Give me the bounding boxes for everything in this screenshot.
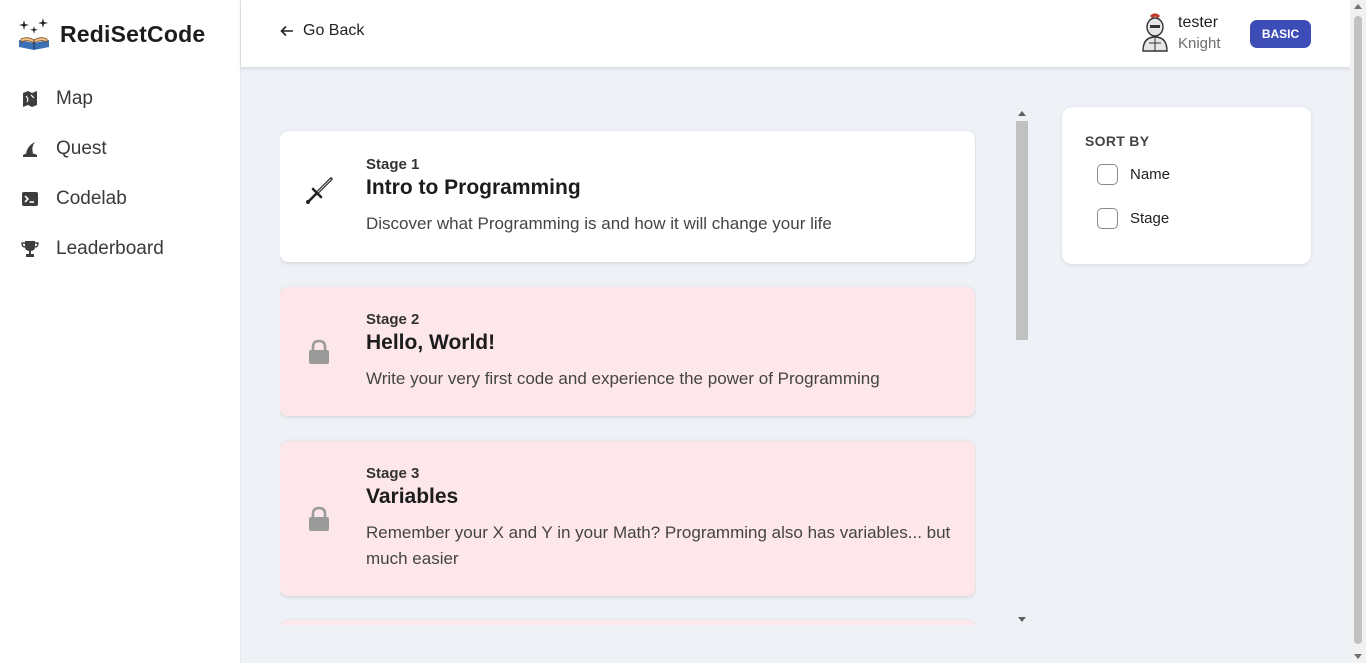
sort-stage-checkbox[interactable] — [1097, 208, 1118, 229]
stage-title: Hello, World! — [366, 331, 496, 354]
user-name: tester — [1178, 14, 1219, 31]
arrow-left-icon — [280, 25, 293, 37]
sort-option-label: Name — [1130, 166, 1171, 183]
scrollbar-thumb[interactable] — [1016, 121, 1028, 340]
sidebar-item-label: Codelab — [56, 188, 127, 209]
stage-card-1[interactable]: Stage 1 Intro to Programming Discover wh… — [280, 131, 975, 262]
sort-title: SORT BY — [1085, 133, 1150, 149]
stage-number: Stage 1 — [366, 156, 420, 173]
map-icon — [23, 91, 37, 107]
page-scrollbar[interactable] — [1350, 0, 1366, 663]
lock-icon — [309, 339, 329, 364]
sidebar-item-leaderboard[interactable]: Leaderboard — [0, 224, 240, 274]
stage-description: Remember your X and Y in your Math? Prog… — [366, 523, 951, 568]
stage-title: Variables — [366, 485, 459, 508]
book-sparkle-icon — [19, 18, 49, 50]
sort-option-label: Stage — [1130, 210, 1170, 227]
user-info: tester Knight — [1178, 12, 1221, 54]
sidebar-item-label: Map — [56, 88, 93, 109]
scroll-down-icon[interactable] — [1018, 617, 1026, 622]
stage-list: Stage 1 Intro to Programming Discover wh… — [280, 109, 976, 625]
wizard-hat-icon — [23, 142, 37, 157]
trophy-icon — [21, 241, 39, 257]
go-back-button[interactable]: Go Back — [280, 22, 364, 40]
plan-badge[interactable]: BASIC — [1250, 20, 1311, 48]
sidebar-item-label: Quest — [56, 138, 107, 159]
stage-text: Stage 3 Variables Remember your X and Y … — [366, 465, 951, 572]
sort-panel: SORT BY Name Stage — [1062, 107, 1311, 264]
stage-card-3[interactable]: Stage 3 Variables Remember your X and Y … — [280, 441, 975, 596]
user-rank: Knight — [1178, 34, 1221, 52]
scroll-up-icon[interactable] — [1018, 111, 1026, 116]
app-logo[interactable]: RediSetCode — [16, 16, 205, 52]
sidebar-item-quest[interactable]: Quest — [0, 124, 240, 174]
scroll-down-icon[interactable] — [1354, 654, 1362, 659]
stage-title: Intro to Programming — [366, 176, 581, 199]
stage-text: Stage 1 Intro to Programming Discover wh… — [366, 156, 951, 237]
sort-option-stage[interactable]: Stage — [1097, 208, 1169, 229]
knight-avatar-icon — [1142, 13, 1168, 52]
stage-list-scrollbar[interactable] — [1015, 109, 1029, 625]
sidebar-nav: Map Quest Codelab Leaderboard — [0, 74, 240, 274]
scroll-up-icon[interactable] — [1354, 4, 1362, 9]
stage-number: Stage 3 — [366, 465, 420, 482]
go-back-label: Go Back — [303, 22, 365, 39]
user-profile[interactable]: tester Knight — [1138, 12, 1221, 54]
stage-card-2[interactable]: Stage 2 Hello, World! Write your very fi… — [280, 287, 975, 416]
sword-icon — [306, 177, 333, 204]
scrollbar-thumb[interactable] — [1354, 16, 1362, 644]
stage-number: Stage 2 — [366, 311, 420, 328]
terminal-icon — [22, 192, 38, 206]
sidebar-item-map[interactable]: Map — [0, 74, 240, 124]
sidebar-item-codelab[interactable]: Codelab — [0, 174, 240, 224]
lock-icon — [309, 506, 329, 531]
sidebar-item-label: Leaderboard — [56, 238, 164, 259]
app-name: RediSetCode — [60, 20, 206, 47]
stage-description: Discover what Programming is and how it … — [366, 214, 832, 233]
sidebar: RediSetCode Map Quest Codelab Leaderboar… — [0, 0, 241, 663]
stage-text: Stage 2 Hello, World! Write your very fi… — [366, 311, 951, 392]
stage-description: Write your very first code and experienc… — [366, 369, 880, 388]
stage-card-next[interactable] — [280, 620, 975, 625]
sort-name-checkbox[interactable] — [1097, 164, 1118, 185]
top-bar: Go Back tester Knight BASIC — [241, 0, 1350, 67]
sort-option-name[interactable]: Name — [1097, 164, 1170, 185]
